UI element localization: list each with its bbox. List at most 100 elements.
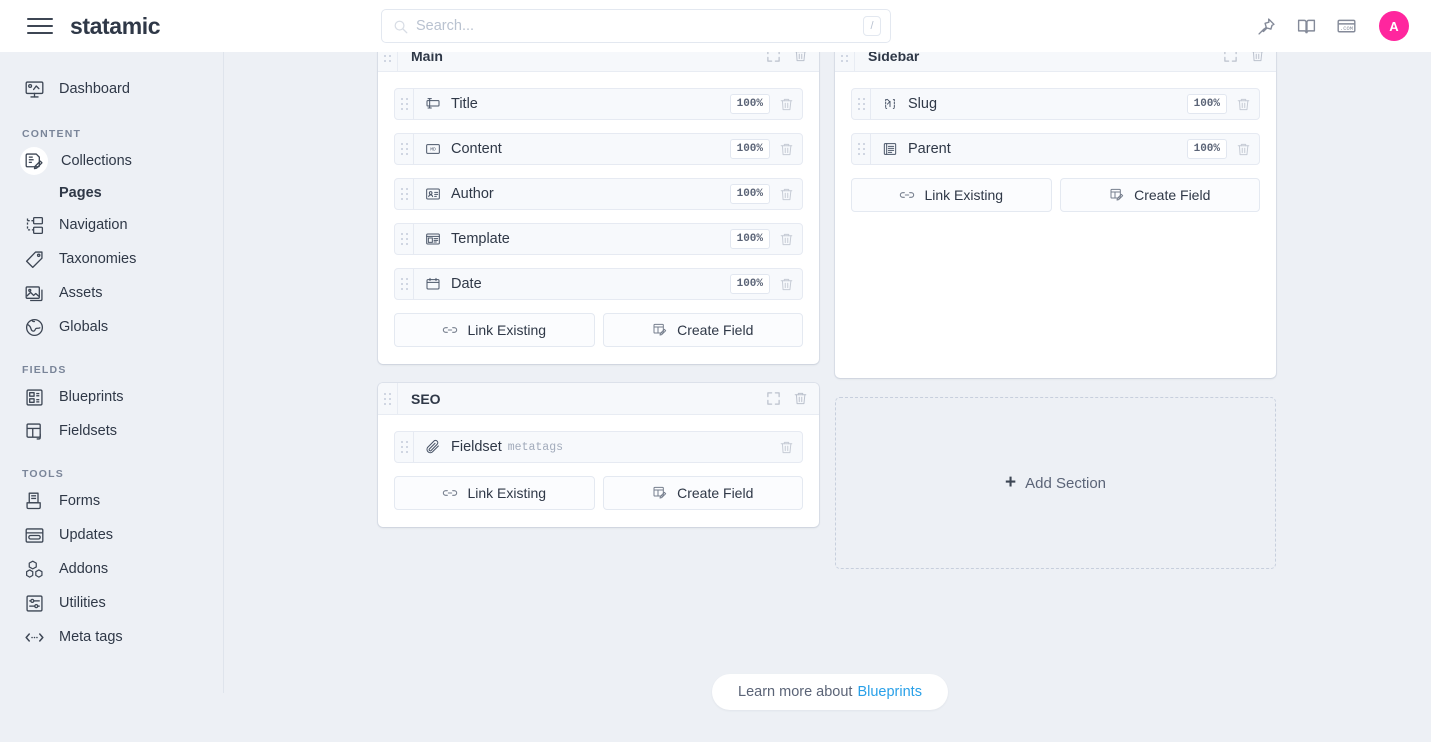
- field-drag-handle[interactable]: [395, 224, 414, 254]
- sidebar-item-blueprints[interactable]: Blueprints: [0, 380, 223, 414]
- sidebar-subitem-pages[interactable]: Pages: [0, 178, 223, 208]
- link-icon: [900, 192, 915, 198]
- field-drag-handle[interactable]: [395, 432, 414, 462]
- pin-icon[interactable]: [1256, 16, 1277, 37]
- sidebar-heading-tools: TOOLS: [22, 468, 64, 480]
- sidebar-item-label: Utilities: [59, 595, 106, 611]
- field-row[interactable]: Fieldset metatags: [394, 431, 803, 463]
- link-existing-button[interactable]: Link Existing: [394, 476, 595, 510]
- sidebar-item-taxonomies[interactable]: Taxonomies: [0, 242, 223, 276]
- delete-field-icon[interactable]: [779, 187, 794, 202]
- field-width-badge[interactable]: 100%: [1186, 139, 1227, 159]
- field-width-badge[interactable]: 100%: [729, 274, 770, 294]
- delete-field-icon[interactable]: [779, 440, 794, 455]
- addons-icon: [22, 557, 46, 581]
- field-drag-handle[interactable]: [395, 269, 414, 299]
- sidebar-item-meta-tags[interactable]: Meta tags: [0, 620, 223, 654]
- sidebar-heading-fields: FIELDS: [22, 364, 67, 376]
- button-label: Link Existing: [467, 485, 547, 501]
- section-drag-handle[interactable]: [378, 383, 398, 414]
- delete-field-icon[interactable]: [779, 97, 794, 112]
- brand-logo[interactable]: statamic: [70, 13, 161, 40]
- field-controls: 100%: [1186, 94, 1259, 114]
- expand-icon[interactable]: [766, 391, 781, 406]
- field-drag-handle[interactable]: [395, 89, 414, 119]
- sidebar-item-utilities[interactable]: Utilities: [0, 586, 223, 620]
- sidebar-item-updates[interactable]: Updates: [0, 518, 223, 552]
- section-seo: SEO Fieldset metatags Link Existing Crea…: [378, 383, 819, 527]
- field-drag-handle[interactable]: [395, 179, 414, 209]
- link-existing-button[interactable]: Link Existing: [394, 313, 595, 347]
- sidebar-item-navigation[interactable]: Navigation: [0, 208, 223, 242]
- sidebar-item-label: Fieldsets: [59, 423, 118, 439]
- create-field-button[interactable]: Create Field: [602, 313, 803, 347]
- section-title: SEO: [411, 390, 441, 407]
- field-width-badge[interactable]: 100%: [729, 94, 770, 114]
- field-row[interactable]: Template 100%: [394, 223, 803, 255]
- search-box[interactable]: /: [381, 9, 891, 43]
- create-field-button[interactable]: Create Field: [602, 476, 803, 510]
- field-row[interactable]: Parent 100%: [851, 133, 1260, 165]
- create-field-icon: [653, 323, 667, 336]
- create-field-button[interactable]: Create Field: [1059, 178, 1260, 212]
- field-width-badge[interactable]: 100%: [729, 229, 770, 249]
- field-label: Slug: [908, 96, 938, 112]
- markdown-field-icon: MD: [424, 141, 441, 158]
- main-sidebar: Dashboard CONTENT Collections Pages Navi…: [0, 52, 224, 693]
- sidebar-item-forms[interactable]: Forms: [0, 484, 223, 518]
- utilities-icon: [22, 591, 46, 615]
- field-label: Fieldset: [451, 439, 502, 455]
- sidebar-item-assets[interactable]: Assets: [0, 276, 223, 310]
- delete-field-icon[interactable]: [779, 142, 794, 157]
- field-width-badge[interactable]: 100%: [1186, 94, 1227, 114]
- section-drag-handle[interactable]: [378, 52, 398, 71]
- users-field-icon: [424, 186, 441, 203]
- svg-text:.COM: .COM: [1340, 25, 1353, 32]
- section-drag-handle[interactable]: [835, 52, 855, 71]
- slug-field-icon: [881, 96, 898, 113]
- blueprint-builder-canvas: Main Title 100% MD Content 100% Author 1…: [224, 52, 1431, 742]
- link-existing-button[interactable]: Link Existing: [851, 178, 1052, 212]
- link-icon: [443, 490, 458, 496]
- field-label: Parent: [908, 141, 951, 157]
- add-section-button[interactable]: + Add Section: [835, 397, 1276, 569]
- delete-field-icon[interactable]: [779, 277, 794, 292]
- field-row[interactable]: MD Content 100%: [394, 133, 803, 165]
- field-drag-handle[interactable]: [852, 134, 871, 164]
- sidebar-item-collections[interactable]: Collections: [0, 144, 223, 178]
- avatar[interactable]: A: [1379, 11, 1409, 41]
- search-input[interactable]: [416, 18, 863, 34]
- sidebar-item-fieldsets[interactable]: Fieldsets: [0, 414, 223, 448]
- delete-field-icon[interactable]: [779, 232, 794, 247]
- dot-com-icon[interactable]: .COM: [1336, 16, 1357, 37]
- book-icon[interactable]: [1296, 16, 1317, 37]
- expand-icon[interactable]: [766, 52, 781, 63]
- sidebar-item-label: Globals: [59, 319, 109, 335]
- collections-icon: [20, 147, 48, 175]
- blueprints-docs-link[interactable]: Blueprints: [857, 684, 921, 700]
- delete-field-icon[interactable]: [1236, 142, 1251, 157]
- delete-field-icon[interactable]: [1236, 97, 1251, 112]
- field-row[interactable]: Slug 100%: [851, 88, 1260, 120]
- field-width-badge[interactable]: 100%: [729, 184, 770, 204]
- field-handle: metatags: [507, 440, 563, 454]
- field-label: Title: [451, 96, 478, 112]
- field-controls: [779, 440, 802, 455]
- parent-field-icon: [881, 141, 898, 158]
- delete-section-icon[interactable]: [793, 391, 808, 406]
- sidebar-item-globals[interactable]: Globals: [0, 310, 223, 344]
- field-width-badge[interactable]: 100%: [729, 139, 770, 159]
- field-row[interactable]: Author 100%: [394, 178, 803, 210]
- sidebar-item-addons[interactable]: Addons: [0, 552, 223, 586]
- delete-section-icon[interactable]: [1250, 52, 1265, 63]
- section-sidebar: Sidebar Slug 100% Parent 100% Link Exist…: [835, 52, 1276, 378]
- expand-icon[interactable]: [1223, 52, 1238, 63]
- hamburger-icon[interactable]: [27, 13, 53, 39]
- field-drag-handle[interactable]: [395, 134, 414, 164]
- field-drag-handle[interactable]: [852, 89, 871, 119]
- field-row[interactable]: Title 100%: [394, 88, 803, 120]
- button-label: Create Field: [677, 322, 754, 338]
- field-row[interactable]: Date 100%: [394, 268, 803, 300]
- delete-section-icon[interactable]: [793, 52, 808, 63]
- sidebar-item-dashboard[interactable]: Dashboard: [0, 72, 223, 106]
